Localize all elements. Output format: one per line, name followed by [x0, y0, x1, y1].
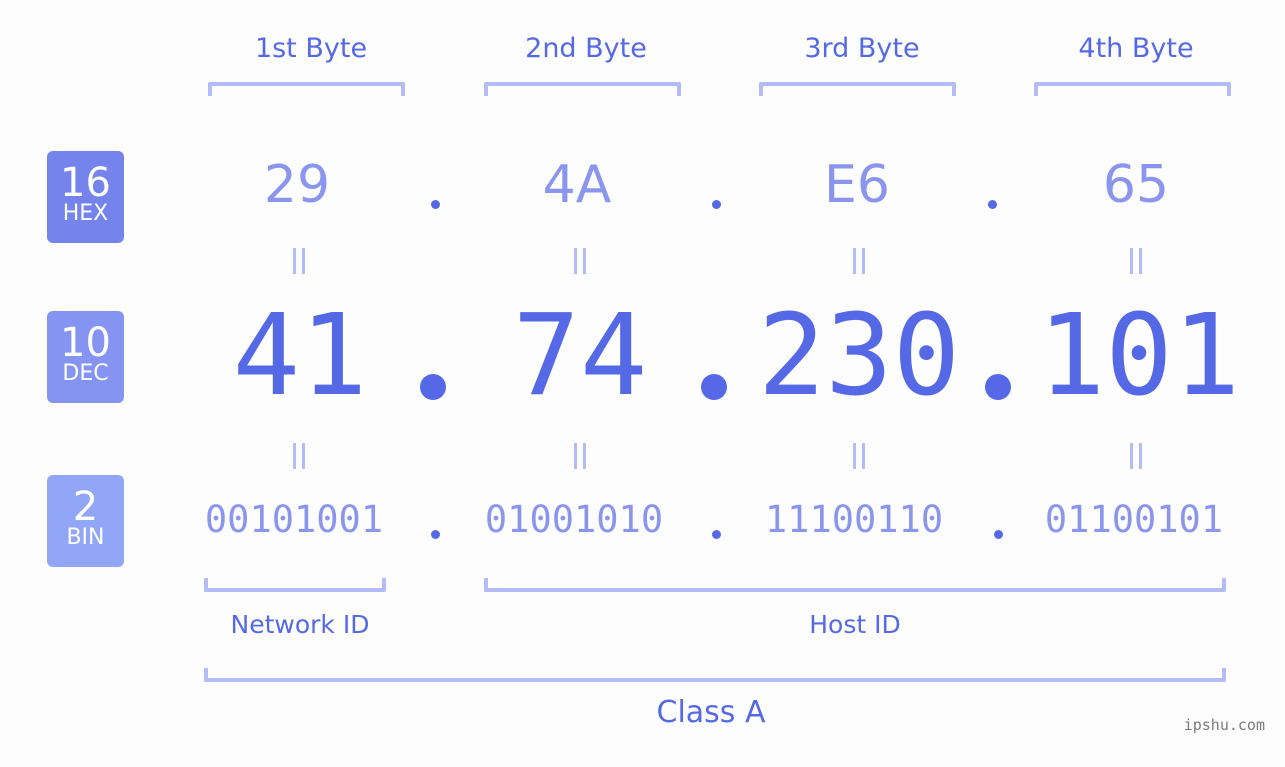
dec-separator-dot: [420, 374, 446, 400]
byte-bracket-2: [484, 82, 681, 96]
hex-badge: 16 HEX: [47, 151, 124, 243]
byte-header-4: 4th Byte: [1078, 33, 1194, 64]
bin-separator-dot: [994, 530, 1003, 539]
equals-icon: [574, 443, 586, 469]
bin-separator-dot: [431, 530, 440, 539]
network-id-label: Network ID: [230, 610, 370, 639]
host-id-label: Host ID: [809, 610, 901, 639]
hex-octet-3: E6: [824, 155, 890, 215]
byte-header-2: 2nd Byte: [525, 33, 647, 64]
equals-icon: [853, 443, 865, 469]
dec-radix: 10: [60, 320, 111, 366]
network-id-bracket: [204, 578, 386, 592]
byte-header-3: 3rd Byte: [804, 33, 920, 64]
dec-octet-3: 230: [757, 291, 961, 421]
bin-radix: 2: [72, 484, 99, 530]
watermark: ipshu.com: [1183, 716, 1265, 734]
equals-icon: [293, 248, 305, 274]
equals-icon: [1130, 443, 1142, 469]
class-bracket: [204, 668, 1226, 682]
bin-octet-1: 00101001: [204, 498, 384, 541]
dec-separator-dot: [985, 374, 1011, 400]
hex-label: HEX: [62, 201, 109, 226]
byte-bracket-3: [759, 82, 956, 96]
dec-octet-2: 74: [512, 291, 648, 421]
host-id-bracket: [484, 578, 1226, 592]
byte-bracket-1: [208, 82, 405, 96]
dec-octet-1: 41: [232, 291, 368, 421]
class-label: Class A: [656, 695, 766, 730]
equals-icon: [853, 248, 865, 274]
bin-octet-4: 01100101: [1044, 498, 1224, 541]
hex-octet-4: 65: [1102, 155, 1170, 215]
hex-separator-dot: [712, 200, 721, 209]
dec-octet-4: 101: [1037, 291, 1241, 421]
dec-separator-dot: [701, 374, 727, 400]
byte-bracket-4: [1034, 82, 1231, 96]
bin-octet-2: 01001010: [484, 498, 664, 541]
hex-radix: 16: [60, 160, 111, 206]
equals-icon: [574, 248, 586, 274]
bin-octet-3: 11100110: [764, 498, 944, 541]
dec-label: DEC: [62, 361, 109, 386]
hex-separator-dot: [431, 200, 440, 209]
bin-separator-dot: [712, 530, 721, 539]
bin-label: BIN: [66, 525, 105, 550]
hex-octet-1: 29: [263, 155, 331, 215]
byte-header-1: 1st Byte: [254, 33, 368, 64]
equals-icon: [1130, 248, 1142, 274]
equals-icon: [293, 443, 305, 469]
hex-separator-dot: [988, 200, 997, 209]
hex-octet-2: 4A: [542, 155, 612, 215]
dec-badge: 10 DEC: [47, 311, 124, 403]
bin-badge: 2 BIN: [47, 475, 124, 567]
